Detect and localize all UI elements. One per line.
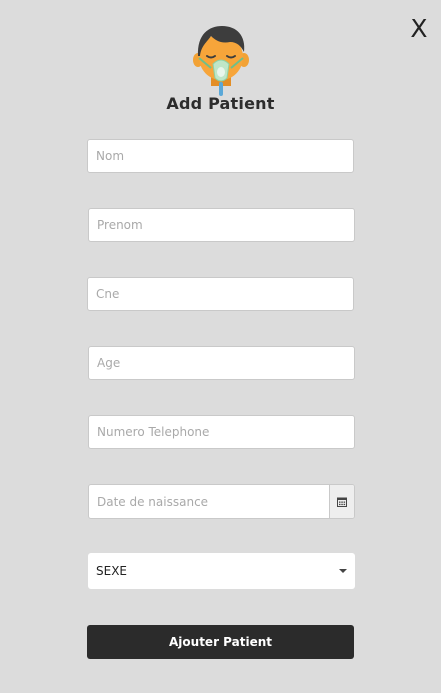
patient-oxygen-mask-icon <box>193 26 249 96</box>
nom-input[interactable] <box>87 139 354 173</box>
sexe-select-value: SEXE <box>96 564 128 578</box>
calendar-icon <box>337 497 347 507</box>
chevron-down-icon <box>339 569 347 573</box>
ajouter-patient-button[interactable]: Ajouter Patient <box>87 625 354 659</box>
prenom-input[interactable] <box>88 208 355 242</box>
birthdate-input[interactable] <box>89 485 329 518</box>
age-input[interactable] <box>88 346 355 380</box>
page-title: Add Patient <box>166 94 275 113</box>
cne-input[interactable] <box>87 277 354 311</box>
phone-input[interactable] <box>88 415 355 449</box>
close-button[interactable]: X <box>408 14 430 44</box>
birthdate-group <box>88 484 355 519</box>
sexe-select[interactable]: SEXE <box>88 553 355 589</box>
calendar-button[interactable] <box>329 485 354 518</box>
